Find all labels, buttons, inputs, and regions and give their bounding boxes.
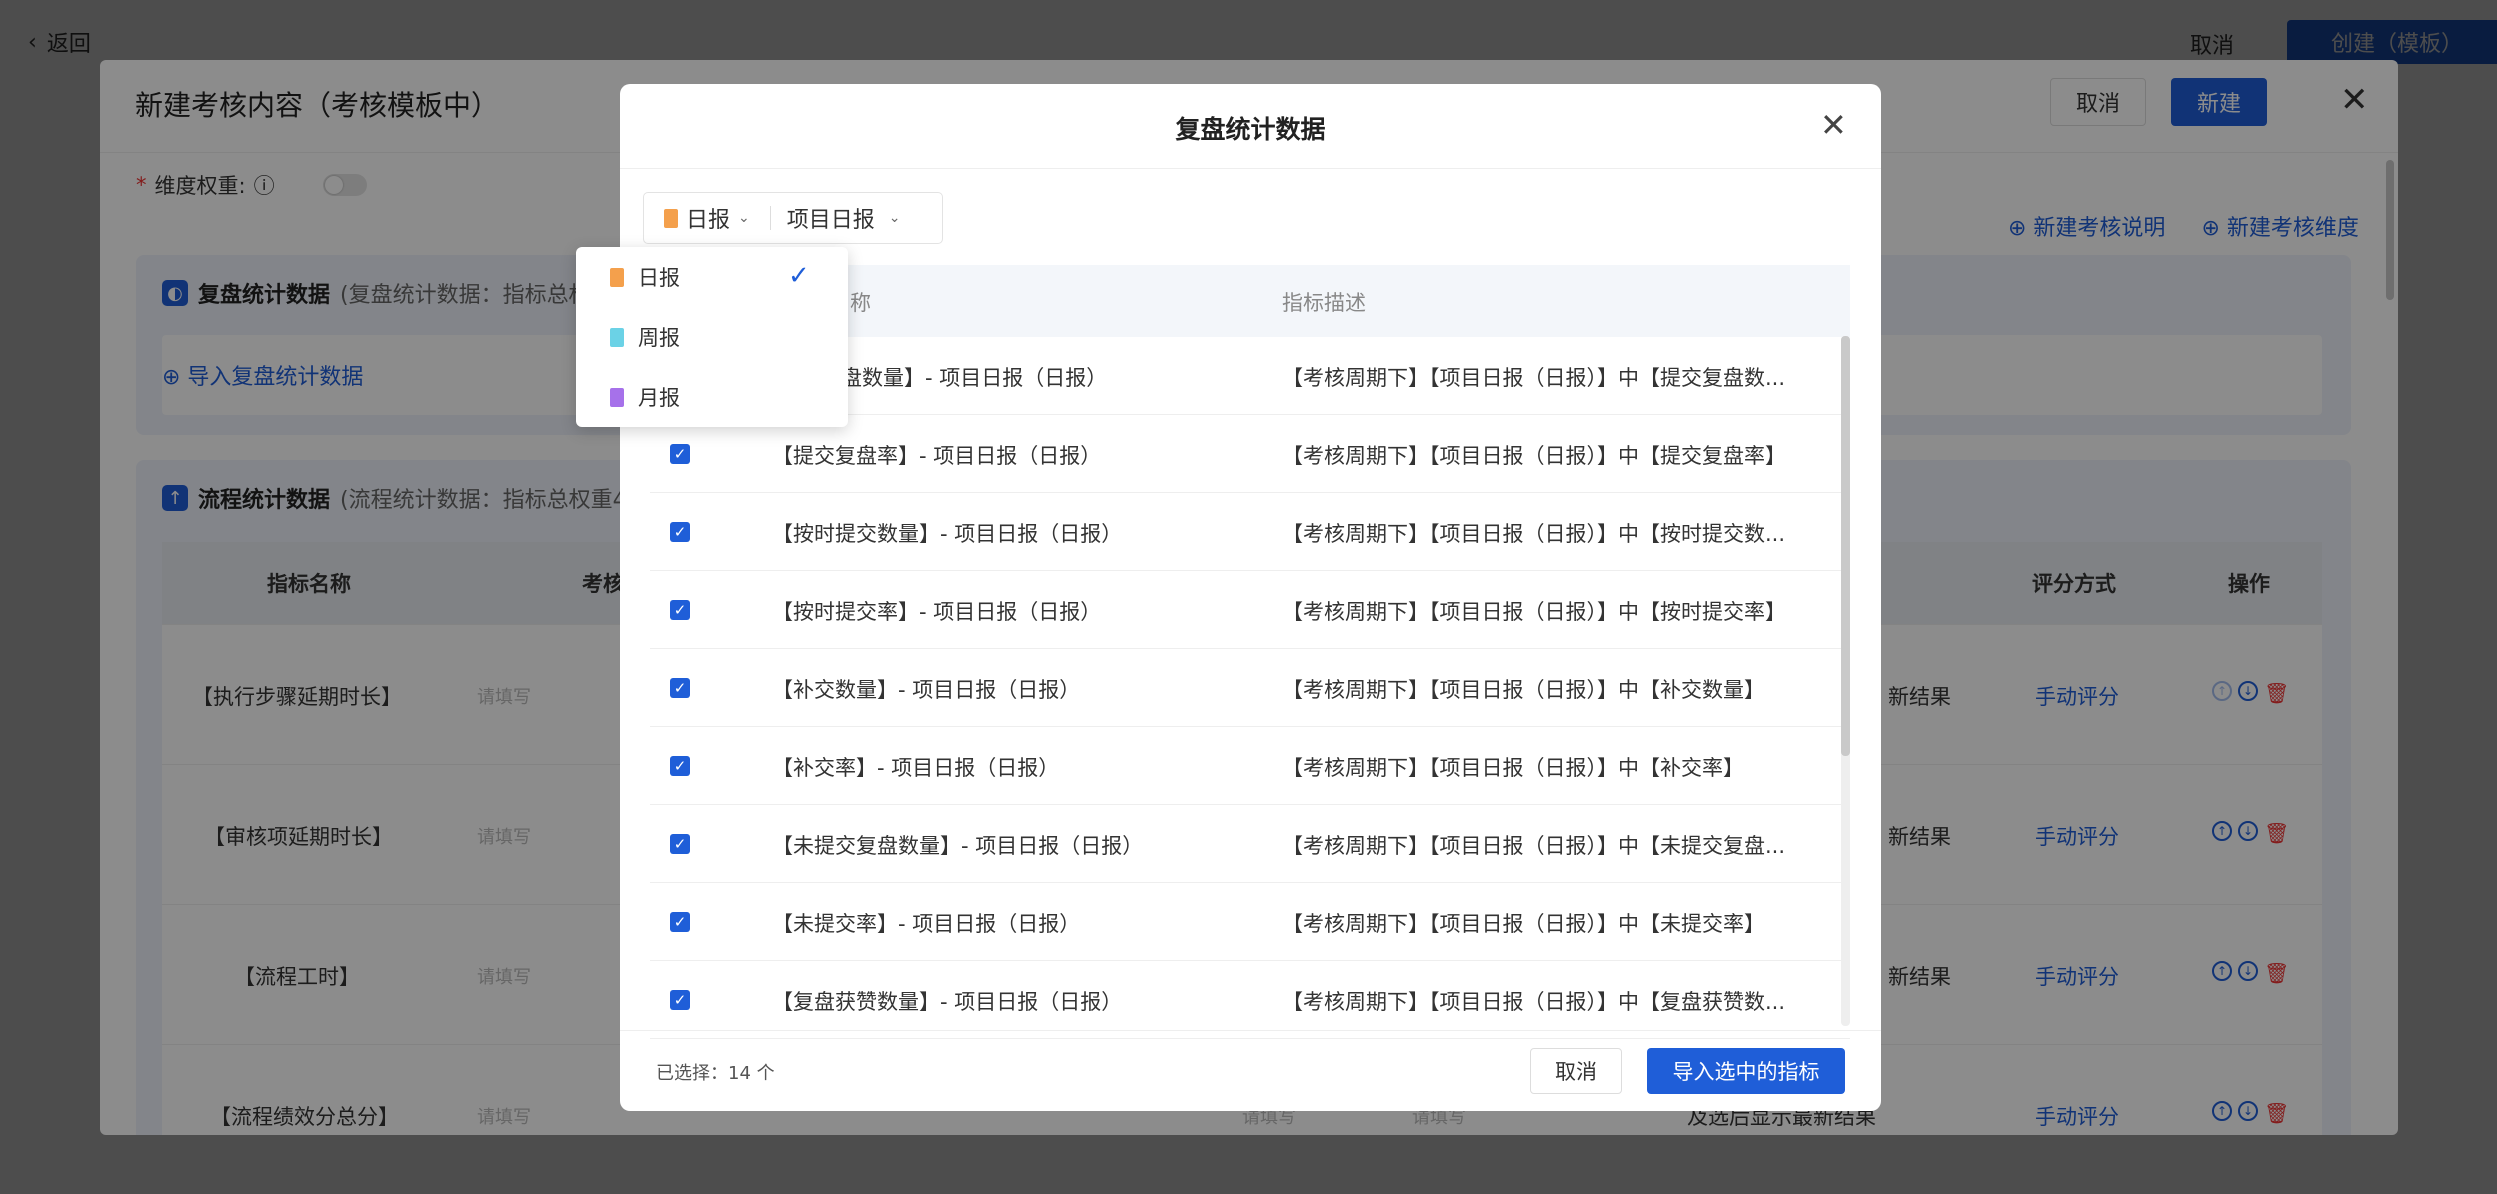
scrollbar-thumb[interactable] [1841,336,1850,756]
dropdown-item-weekly[interactable]: 周报 [576,307,848,367]
table-row[interactable]: ✓ 【按时提交数量】- 项目日报（日报） 【考核周期下】【项目日报（日报）】中【按时… [650,493,1850,571]
row-checkbox[interactable]: ✓ [670,600,690,620]
table-row[interactable]: ✓ 【未提交率】- 项目日报（日报） 【考核周期下】【项目日报（日报）】中【未提交率… [650,883,1850,961]
filter-bar: 日报 ⌄ 项目日报 ⌄ [643,192,943,244]
close-icon[interactable]: ✕ [1820,106,1847,144]
table-row[interactable]: ✓ 【未提交复盘数量】- 项目日报（日报） 【考核周期下】【项目日报（日报）】中【未… [650,805,1850,883]
row-checkbox[interactable]: ✓ [670,912,690,932]
report-type-select[interactable]: 日报 ⌄ [644,202,750,234]
table-row[interactable]: ✓ 【补交率】- 项目日报（日报） 【考核周期下】【项目日报（日报）】中【补交率】 [650,727,1850,805]
project-report-select[interactable]: 项目日报 ⌄ [787,202,901,234]
dialog-title: 复盘统计数据 [1175,115,1326,144]
check-icon: ✓ [788,261,810,291]
table-row[interactable]: ✓ 【按时提交率】- 项目日报（日报） 【考核周期下】【项目日报（日报）】中【按时提… [650,571,1850,649]
report-type-dropdown: 日报 ✓ 周报 月报 [576,247,848,427]
selected-count: 已选择：14 个 [656,1063,775,1084]
cyan-doc-icon [610,327,624,347]
table-row[interactable]: ✓ 【补交数量】- 项目日报（日报） 【考核周期下】【项目日报（日报）】中【补交数量… [650,649,1850,727]
chevron-down-icon: ⌄ [738,210,750,226]
row-checkbox[interactable]: ✓ [670,990,690,1010]
row-checkbox[interactable]: ✓ [670,756,690,776]
dialog-cancel-button[interactable]: 取消 [1530,1048,1622,1094]
list-scrollbar[interactable] [1841,336,1850,1026]
indicator-list: 复盘数量】- 项目日报（日报） 【考核周期下】【项目日报（日报）】中【提交复盘数.… [650,337,1850,1039]
orange-doc-icon [664,208,678,228]
table-row[interactable]: ✓ 【复盘获赞数量】- 项目日报（日报） 【考核周期下】【项目日报（日报）】中【复盘… [650,961,1850,1039]
dropdown-item-daily[interactable]: 日报 ✓ [576,247,848,307]
row-checkbox[interactable]: ✓ [670,834,690,854]
review-stats-dialog: 复盘统计数据 ✕ 日报 ⌄ 项目日报 ⌄ 称 指标描述 复盘数量】- 项目日报（… [620,84,1881,1111]
dropdown-item-monthly[interactable]: 月报 [576,367,848,427]
row-checkbox[interactable]: ✓ [670,678,690,698]
orange-doc-icon [610,267,624,287]
row-checkbox[interactable]: ✓ [670,522,690,542]
divider [620,1030,1881,1031]
divider [620,168,1881,169]
import-selected-button[interactable]: 导入选中的指标 [1647,1048,1845,1094]
purple-doc-icon [610,387,624,407]
row-checkbox[interactable]: ✓ [670,444,690,464]
chevron-down-icon: ⌄ [888,210,901,226]
